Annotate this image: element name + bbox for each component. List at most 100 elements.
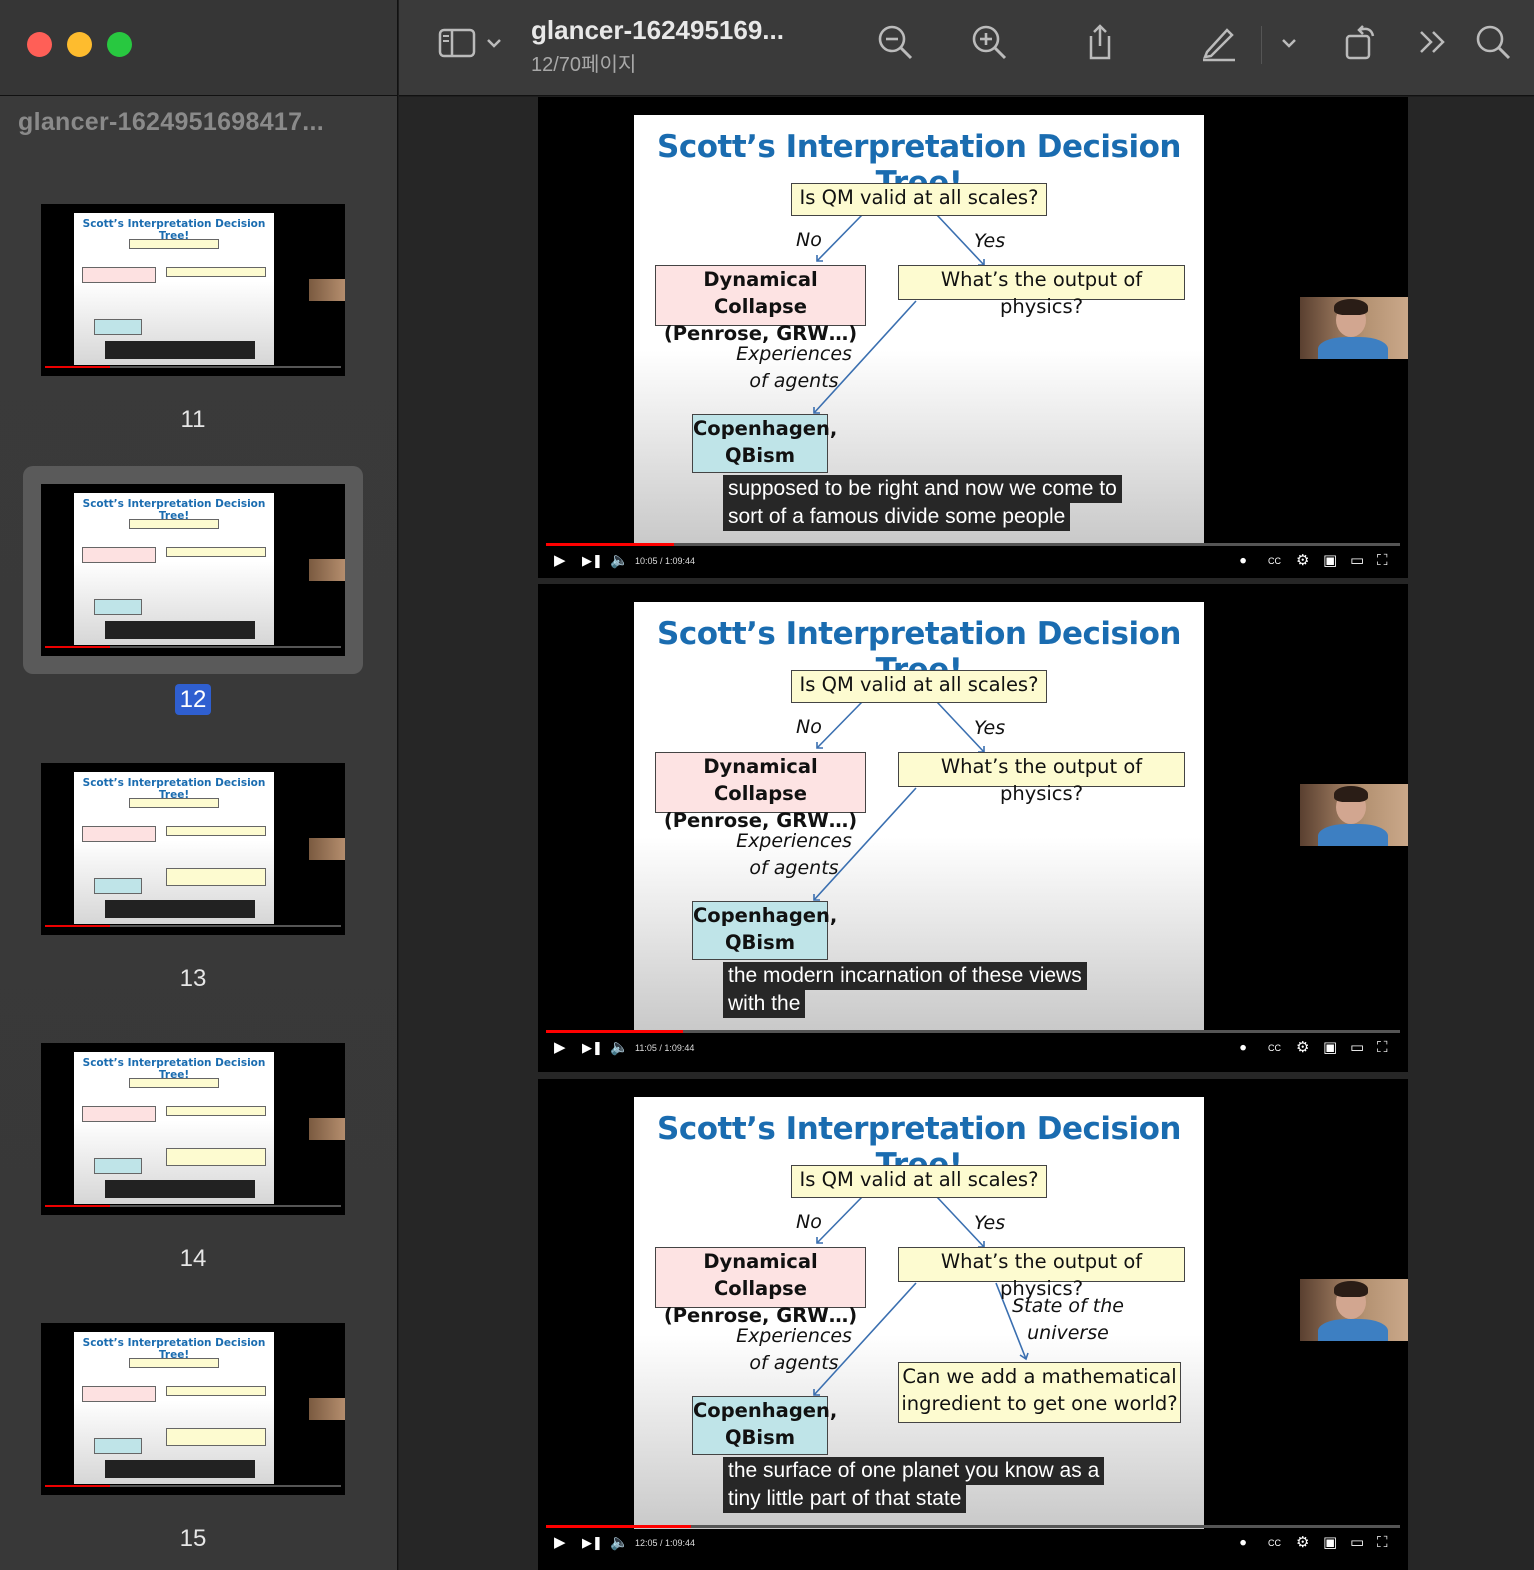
subtitle-line-2: sort of a famous divide some people	[723, 503, 1071, 531]
thumbnail-subtitle	[105, 341, 255, 359]
play-icon[interactable]: ▶	[554, 1033, 566, 1063]
fullscreen-window-button[interactable]	[107, 32, 132, 57]
thumb-box	[82, 1106, 156, 1122]
settings-gear-icon[interactable]: ⚙	[1296, 546, 1309, 576]
page-thumbnail[interactable]: Scott’s Interpretation Decision Tree! 13	[23, 745, 363, 992]
document-view[interactable]: Scott’s Interpretation Decision Tree! Is…	[399, 97, 1534, 1570]
thumb-box	[82, 267, 156, 283]
label-no: No	[796, 229, 822, 251]
page-number: 15	[179, 1525, 207, 1552]
thumbnail-image: Scott’s Interpretation Decision Tree!	[41, 484, 345, 656]
page-thumbnail[interactable]: Scott’s Interpretation Decision Tree! 14	[23, 1025, 363, 1272]
sidebar-toggle-icon[interactable]	[435, 22, 479, 62]
theater-mode-icon[interactable]: ▭	[1350, 546, 1364, 576]
page-thumbnail[interactable]: Scott’s Interpretation Decision Tree! 15	[23, 1305, 363, 1552]
dynamical-collapse-line1: Dynamical Collapse	[703, 1250, 818, 1300]
chevron-down-icon[interactable]	[483, 22, 505, 62]
play-icon[interactable]: ▶	[554, 546, 566, 576]
thumb-box	[82, 826, 156, 842]
thumbnail-progress	[45, 646, 341, 648]
page-number: 13	[179, 965, 207, 992]
experiences-line2: of agents	[749, 1352, 839, 1374]
volume-icon[interactable]: 🔈	[610, 1528, 629, 1558]
state-line2: universe	[1027, 1322, 1109, 1344]
document-page: Scott’s Interpretation Decision Tree! Is…	[538, 97, 1408, 578]
more-chevrons-icon[interactable]	[1413, 22, 1453, 62]
thumb-box	[166, 1106, 266, 1116]
lecture-slide: Scott’s Interpretation Decision Tree! Is…	[634, 115, 1204, 543]
subtitle-line-2: tiny little part of that state	[723, 1485, 967, 1513]
close-window-button[interactable]	[27, 32, 52, 57]
subtitle-line-1: supposed to be right and now we come to	[723, 475, 1122, 503]
page-thumbnail[interactable]: Scott’s Interpretation Decision Tree! 11	[23, 186, 363, 433]
miniplayer-icon[interactable]: ▣	[1323, 546, 1337, 576]
thumb-box	[94, 1438, 142, 1454]
volume-icon[interactable]: 🔈	[610, 546, 629, 576]
question-qm-valid: Is QM valid at all scales?	[791, 183, 1047, 216]
thumbnail-webcam	[309, 838, 345, 860]
fullscreen-icon[interactable]: ⛶	[1377, 1033, 1388, 1063]
autoplay-toggle-icon[interactable]: ⚫	[1238, 1528, 1248, 1558]
document-page: Scott’s Interpretation Decision Tree! Is…	[538, 1079, 1408, 1570]
search-icon[interactable]	[1473, 22, 1513, 62]
experiences-label: Experiences of agents	[734, 828, 854, 882]
lecture-slide: Scott’s Interpretation Decision Tree! Is…	[634, 602, 1204, 1030]
miniplayer-icon[interactable]: ▣	[1323, 1528, 1337, 1558]
rotate-icon[interactable]	[1341, 22, 1381, 62]
thumbnail-progress	[45, 925, 341, 927]
thumbnail-webcam	[309, 279, 345, 301]
thumb-box	[129, 239, 219, 249]
dynamical-collapse-box: Dynamical Collapse (Penrose, GRW…)	[655, 1247, 866, 1327]
autoplay-toggle-icon[interactable]: ⚫	[1238, 1033, 1248, 1063]
thumbnail-image: Scott’s Interpretation Decision Tree!	[41, 1043, 345, 1215]
dynamical-collapse-box: Dynamical Collapse (Penrose, GRW…)	[655, 265, 866, 345]
play-icon[interactable]: ▶	[554, 1528, 566, 1558]
video-time: 10:05 / 1:09:44	[635, 556, 696, 566]
theater-mode-icon[interactable]: ▭	[1350, 1528, 1364, 1558]
mathematical-ingredient-box: Can we add a mathematical ingredient to …	[898, 1362, 1181, 1423]
dynamical-collapse-line1: Dynamical Collapse	[703, 755, 818, 805]
experiences-line1: Experiences	[736, 830, 852, 852]
next-icon[interactable]: ▶❚	[582, 1528, 603, 1558]
captions-icon[interactable]: CC	[1268, 546, 1281, 576]
share-icon[interactable]	[1079, 22, 1119, 62]
zoom-out-icon[interactable]	[875, 22, 915, 62]
thumb-box	[166, 267, 266, 277]
thumb-box	[82, 1386, 156, 1402]
thumbnail-subtitle	[105, 900, 255, 918]
captions-icon[interactable]: CC	[1268, 1528, 1281, 1558]
video-time: 12:05 / 1:09:44	[635, 1538, 696, 1548]
settings-gear-icon[interactable]: ⚙	[1296, 1033, 1309, 1063]
next-icon[interactable]: ▶❚	[582, 546, 603, 576]
thumb-box	[129, 798, 219, 808]
markup-pen-icon[interactable]	[1199, 22, 1239, 62]
next-icon[interactable]: ▶❚	[582, 1033, 603, 1063]
speaker-webcam-thumbnail	[1300, 1279, 1408, 1341]
label-yes: Yes	[974, 1212, 1006, 1234]
zoom-in-icon[interactable]	[969, 22, 1009, 62]
video-controls: ▶ ▶❚ 🔈 12:05 / 1:09:44 ⚫ CC ⚙ ▣ ▭ ⛶	[538, 1528, 1408, 1558]
captions-icon[interactable]: CC	[1268, 1033, 1281, 1063]
theater-mode-icon[interactable]: ▭	[1350, 1033, 1364, 1063]
settings-gear-icon[interactable]: ⚙	[1296, 1528, 1309, 1558]
thumbnail-image: Scott’s Interpretation Decision Tree!	[41, 1323, 345, 1495]
volume-icon[interactable]: 🔈	[610, 1033, 629, 1063]
fullscreen-icon[interactable]: ⛶	[1377, 546, 1388, 576]
experiences-line1: Experiences	[736, 1325, 852, 1347]
subtitle-line-1: the modern incarnation of these views	[723, 962, 1087, 990]
thumbnail-image: Scott’s Interpretation Decision Tree!	[41, 763, 345, 935]
miniplayer-icon[interactable]: ▣	[1323, 1033, 1337, 1063]
document-title: glancer-162495169...	[531, 15, 784, 45]
page-thumbnail[interactable]: Scott’s Interpretation Decision Tree! 12	[23, 466, 363, 715]
thumb-box	[166, 1428, 266, 1446]
toolbar-divider	[1261, 26, 1262, 64]
fullscreen-icon[interactable]: ⛶	[1377, 1528, 1388, 1558]
markup-options-chevron-icon[interactable]	[1277, 22, 1301, 62]
video-time: 11:05 / 1:09:44	[635, 1043, 695, 1053]
copenhagen-line2: QBism	[724, 444, 796, 467]
autoplay-toggle-icon[interactable]: ⚫	[1238, 546, 1248, 576]
thumb-box	[94, 1158, 142, 1174]
minimize-window-button[interactable]	[67, 32, 92, 57]
thumbnail-webcam	[309, 559, 345, 581]
thumbnail-subtitle	[105, 1180, 255, 1198]
